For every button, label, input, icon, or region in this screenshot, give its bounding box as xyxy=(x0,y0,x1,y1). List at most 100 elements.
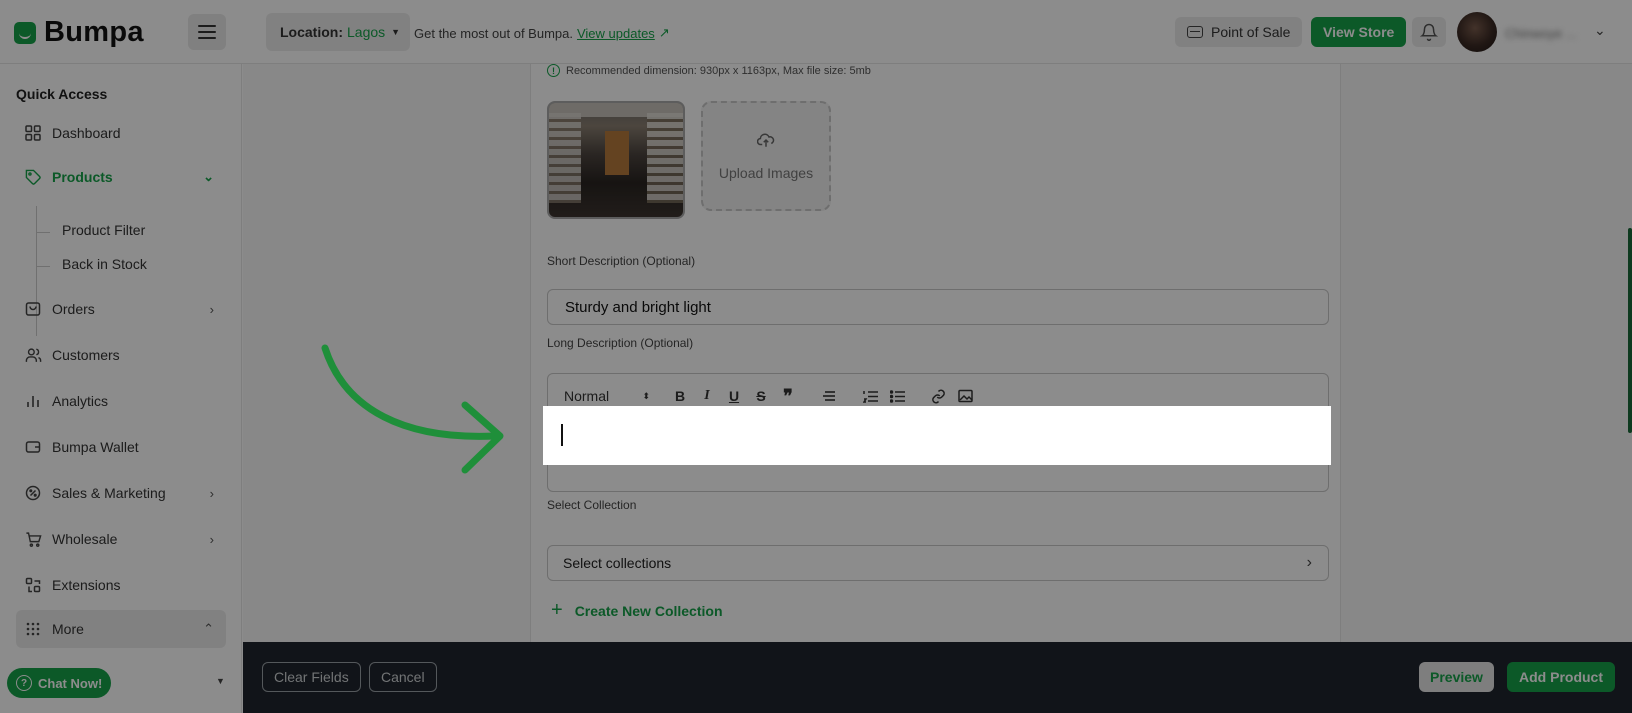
product-image-thumbnail[interactable] xyxy=(547,101,685,219)
location-selector[interactable]: Location: Lagos ▼ xyxy=(266,13,411,51)
sidebar-item-extensions[interactable]: Extensions xyxy=(16,566,226,604)
promo-banner: Get the most out of Bumpa. View updates … xyxy=(414,25,670,41)
bumpa-logo[interactable]: Bumpa xyxy=(14,16,144,49)
wallet-icon xyxy=(24,438,42,456)
percent-badge-icon xyxy=(24,484,42,502)
sidebar-item-customers[interactable]: Customers xyxy=(16,336,226,374)
chevron-right-icon: › xyxy=(209,485,214,501)
user-avatar[interactable] xyxy=(1457,12,1497,52)
select-collection-dropdown[interactable]: Select collections › xyxy=(547,545,1329,581)
puzzle-icon xyxy=(24,576,42,594)
users-icon xyxy=(24,346,42,364)
caret-down-icon[interactable]: ▼ xyxy=(216,676,225,686)
sidebar-item-wallet[interactable]: Bumpa Wallet xyxy=(16,428,226,466)
underline-icon[interactable]: U xyxy=(726,388,742,404)
view-updates-link[interactable]: View updates xyxy=(577,26,655,41)
chat-now-label: Chat Now! xyxy=(38,675,103,691)
product-form-panel: ! Recommended dimension: 930px x 1163px,… xyxy=(530,64,1341,642)
chat-now-button[interactable]: ? Chat Now! xyxy=(7,668,112,698)
sidebar-subitem-back-in-stock[interactable]: Back in Stock xyxy=(62,256,147,272)
shopping-bag-icon xyxy=(24,300,42,318)
notifications-button[interactable] xyxy=(1412,17,1446,47)
info-icon: ! xyxy=(547,64,560,77)
sidebar-item-label: Customers xyxy=(52,347,120,363)
short-description-value: Sturdy and bright light xyxy=(565,298,711,316)
short-description-input[interactable]: Sturdy and bright light xyxy=(547,289,1329,325)
promo-text: Get the most out of Bumpa. xyxy=(414,25,573,41)
sidebar-item-label: Orders xyxy=(52,301,95,317)
bell-icon xyxy=(1420,23,1438,41)
long-description-text-area[interactable] xyxy=(543,406,1331,465)
italic-icon[interactable]: I xyxy=(699,388,715,404)
sidebar-item-wholesale[interactable]: Wholesale › xyxy=(16,520,226,558)
location-value: Lagos xyxy=(347,24,386,40)
sidebar-item-label: Analytics xyxy=(52,393,109,409)
hamburger-icon xyxy=(198,25,216,27)
editor-toolbar: Normal ⬍ B I U S ❞ xyxy=(564,386,984,406)
grid-icon xyxy=(24,124,42,142)
caret-down-icon: ▼ xyxy=(391,27,401,37)
sidebar-item-label: Products xyxy=(52,169,113,185)
create-new-collection-button[interactable]: + Create New Collection xyxy=(551,599,723,622)
logo-text: Bumpa xyxy=(44,16,144,48)
sidebar-item-dashboard[interactable]: Dashboard xyxy=(16,114,226,152)
cancel-button[interactable]: Cancel xyxy=(369,662,437,692)
sidebar-item-products[interactable]: Products ⌄ xyxy=(16,158,226,196)
sidebar-subitem-product-filter[interactable]: Product Filter xyxy=(62,222,145,238)
sidebar-item-sales-marketing[interactable]: Sales & Marketing › xyxy=(16,474,226,512)
upload-images-label: Upload Images xyxy=(718,164,814,181)
image-icon[interactable] xyxy=(957,388,973,404)
sort-arrows-icon: ⬍ xyxy=(642,390,650,401)
point-of-sale-button[interactable]: Point of Sale xyxy=(1175,17,1303,47)
add-product-button[interactable]: Add Product xyxy=(1507,662,1615,692)
long-description-label: Long Description (Optional) xyxy=(547,336,694,350)
preview-button[interactable]: Preview xyxy=(1419,662,1494,692)
view-store-button[interactable]: View Store xyxy=(1311,17,1407,47)
cart-icon xyxy=(24,530,42,548)
create-new-collection-label: Create New Collection xyxy=(574,602,723,619)
user-name[interactable]: Chinwoye ... xyxy=(1505,26,1577,41)
chevron-right-icon: › xyxy=(1306,554,1312,571)
sidebar-item-label: Bumpa Wallet xyxy=(52,439,139,455)
arrow-up-right-icon: ↗ xyxy=(658,25,670,40)
upload-images-button[interactable]: Upload Images xyxy=(701,101,831,211)
short-description-label: Short Description (Optional) xyxy=(547,254,696,268)
bullet-list-icon[interactable] xyxy=(889,388,905,404)
chevron-right-icon: › xyxy=(209,301,214,317)
chevron-down-icon[interactable]: ⌄ xyxy=(1594,22,1606,39)
chevron-up-icon: ⌃ xyxy=(203,621,214,636)
sidebar-item-label: Extensions xyxy=(52,577,121,593)
ordered-list-icon[interactable] xyxy=(862,388,878,404)
pos-icon xyxy=(1187,26,1203,38)
sidebar-item-orders[interactable]: Orders › xyxy=(16,290,226,328)
menu-toggle-button[interactable] xyxy=(188,14,226,50)
quick-access-title: Quick Access xyxy=(16,86,108,102)
select-collection-placeholder: Select collections xyxy=(563,555,672,571)
link-icon[interactable] xyxy=(930,388,946,404)
sidebar-item-label: Wholesale xyxy=(52,531,118,547)
point-of-sale-label: Point of Sale xyxy=(1211,24,1291,40)
sidebar-item-more[interactable]: More ⌃ xyxy=(16,610,226,648)
strikethrough-icon[interactable]: S xyxy=(753,388,769,404)
tag-icon xyxy=(24,168,42,186)
help-circle-icon: ? xyxy=(16,675,32,691)
bar-chart-icon xyxy=(24,392,42,410)
sidebar-item-label: Sales & Marketing xyxy=(52,485,166,501)
dots-grid-icon xyxy=(24,620,42,638)
cloud-upload-icon xyxy=(756,132,775,153)
sidebar-item-label: More xyxy=(52,621,84,637)
select-collection-label: Select Collection xyxy=(547,498,637,512)
format-select[interactable]: Normal ⬍ xyxy=(564,388,650,404)
clear-fields-button[interactable]: Clear Fields xyxy=(262,662,361,692)
align-icon[interactable] xyxy=(821,388,837,404)
sidebar: Quick Access Dashboard Products ⌄ Produc… xyxy=(0,64,242,713)
chevron-right-icon: › xyxy=(209,531,214,547)
location-label: Location: xyxy=(280,24,343,40)
page-scrollbar[interactable] xyxy=(1628,228,1632,433)
sidebar-item-label: Dashboard xyxy=(52,125,121,141)
sidebar-item-analytics[interactable]: Analytics xyxy=(16,382,226,420)
bold-icon[interactable]: B xyxy=(672,388,688,404)
blockquote-icon[interactable]: ❞ xyxy=(780,386,796,406)
bumpa-logo-icon xyxy=(14,21,36,44)
top-header: Bumpa Location: Lagos ▼ Get the most out… xyxy=(0,0,1632,64)
